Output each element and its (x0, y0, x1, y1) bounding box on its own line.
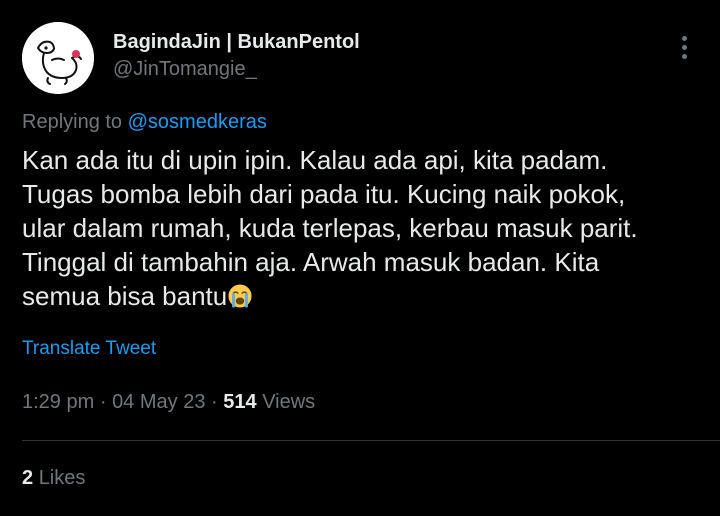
translate-tweet-link[interactable]: Translate Tweet (22, 338, 156, 360)
loudly-crying-face-icon (228, 284, 252, 308)
meta-separator: · (211, 391, 218, 413)
tweet-card: BagindaJin | BukanPentol @JinTomangie_ R… (0, 0, 720, 516)
tweet-body-line: ular dalam rumah, kuda terlepas, kerbau … (22, 213, 638, 243)
divider (22, 440, 720, 441)
likes-stat[interactable]: 2 Likes (22, 467, 85, 490)
tweet-time[interactable]: 1:29 pm (22, 391, 94, 413)
replying-to: Replying to @sosmedkeras (22, 111, 267, 134)
likes-count: 2 (22, 467, 34, 489)
tweet-body-line: Tinggal di tambahin aja. Arwah masuk bad… (22, 247, 600, 277)
replying-to-label: Replying to (22, 111, 123, 133)
tweet-body-line: Tugas bomba lebih dari pada itu. Kucing … (22, 179, 626, 209)
author-handle[interactable]: @JinTomangie_ (113, 58, 257, 81)
tweet-meta: 1:29 pm · 04 May 23 · 514 Views (22, 391, 315, 414)
author-avatar[interactable] (22, 22, 94, 94)
tweet-body-line: Kan ada itu di upin ipin. Kalau ada api,… (22, 145, 608, 175)
dog-sketch-avatar-icon (22, 22, 94, 94)
tweet-body: Kan ada itu di upin ipin. Kalau ada api,… (22, 143, 702, 313)
tweet-date[interactable]: 04 May 23 (112, 391, 205, 413)
likes-label: Likes (38, 467, 86, 489)
views-count[interactable]: 514 (223, 391, 256, 413)
more-vertical-icon[interactable] (674, 36, 694, 66)
meta-separator: · (99, 391, 107, 413)
views-label[interactable]: Views (262, 391, 315, 413)
author-display-name[interactable]: BagindaJin | BukanPentol (113, 31, 360, 54)
tweet-body-line-last: semua bisa bantu (22, 279, 702, 313)
reply-mention-link[interactable]: @sosmedkeras (128, 111, 267, 133)
tweet-body-line: semua bisa bantu (22, 281, 228, 311)
